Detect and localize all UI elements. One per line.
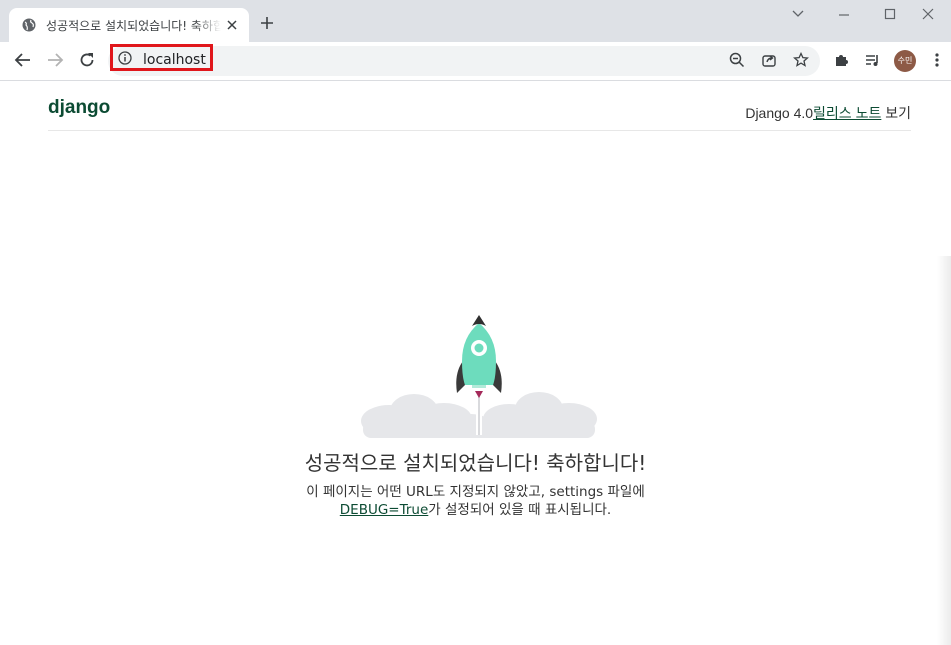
rocket-illustration	[361, 315, 597, 438]
django-logo[interactable]: django	[48, 97, 110, 119]
browser-toolbar: localhost 수민	[0, 42, 951, 81]
success-headline: 성공적으로 설치되었습니다! 축하합니다!	[304, 451, 647, 475]
window-close-icon[interactable]	[920, 6, 936, 22]
release-notes-line: Django 4.0릴리스 노트 보기	[745, 103, 911, 123]
extensions-puzzle-icon[interactable]	[833, 52, 849, 68]
description-line-2: 가 설정되어 있을 때 표시됩니다.	[428, 502, 612, 518]
minimize-icon[interactable]	[836, 6, 852, 22]
success-description: 이 페이지는 어떤 URL도 지정되지 않았고, settings 파일에 DE…	[0, 483, 951, 519]
chevron-down-icon[interactable]	[790, 6, 806, 22]
new-tab-icon[interactable]	[260, 16, 274, 30]
menu-kebab-icon[interactable]	[929, 52, 945, 68]
tab-title: 성공적으로 설치되었습니다! 축하합니다!	[46, 19, 221, 33]
debug-true-link[interactable]: DEBUG=True	[340, 502, 429, 518]
zoom-out-icon[interactable]	[729, 52, 745, 68]
forward-arrow-icon[interactable]	[46, 51, 64, 69]
description-line-1: 이 페이지는 어떤 URL도 지정되지 않았고, settings 파일에	[306, 484, 645, 500]
media-queue-icon[interactable]	[864, 52, 880, 68]
browser-titlebar: 성공적으로 설치되었습니다! 축하합니다!	[0, 0, 951, 42]
profile-avatar[interactable]: 수민	[894, 50, 916, 72]
back-arrow-icon[interactable]	[14, 51, 32, 69]
share-icon[interactable]	[761, 52, 777, 68]
close-icon[interactable]	[225, 18, 239, 32]
browser-tab[interactable]: 성공적으로 설치되었습니다! 축하합니다!	[9, 8, 249, 42]
info-icon[interactable]	[118, 51, 132, 65]
release-version: Django 4.0	[745, 105, 814, 121]
url-text[interactable]: localhost	[143, 52, 206, 68]
release-suffix: 보기	[881, 105, 911, 121]
globe-icon	[22, 18, 36, 32]
address-bar[interactable]	[108, 46, 820, 76]
header-divider	[48, 130, 911, 131]
window-edge-shadow	[937, 256, 951, 645]
reload-icon[interactable]	[78, 51, 96, 69]
page-content: django Django 4.0릴리스 노트 보기 성공적으로 설치되었습니다…	[0, 81, 951, 645]
bookmark-star-icon[interactable]	[793, 52, 809, 68]
release-notes-link[interactable]: 릴리스 노트	[813, 105, 881, 121]
maximize-icon[interactable]	[882, 6, 898, 22]
